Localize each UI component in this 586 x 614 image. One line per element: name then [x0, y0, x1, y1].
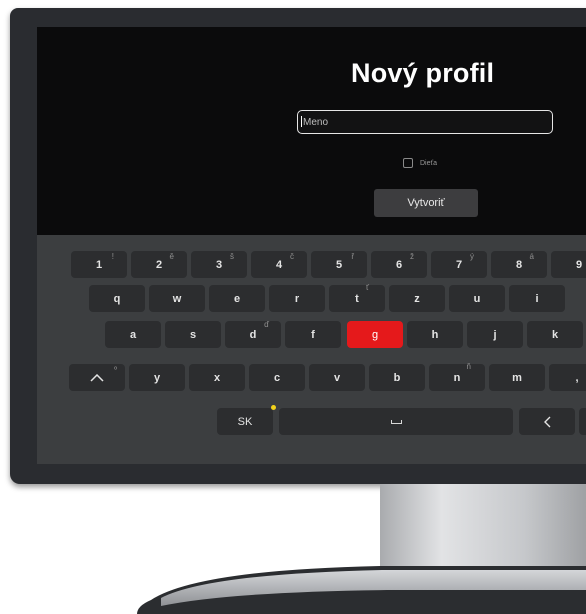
key-6[interactable]: 6ž [371, 251, 427, 278]
key-label: r [294, 292, 300, 305]
key-alt-label: ! [111, 252, 114, 261]
create-profile-button[interactable]: Vytvoriť [374, 189, 478, 217]
key-alt-label: š [230, 252, 234, 261]
key-s[interactable]: s [165, 321, 221, 348]
key-label: q [113, 292, 121, 305]
key-label: k [551, 328, 559, 341]
profile-name-input[interactable]: Meno [297, 110, 553, 134]
key-label: 8 [515, 258, 523, 271]
key-y[interactable]: y [129, 364, 185, 391]
key-alt-label: ě [169, 252, 174, 261]
key-1[interactable]: 1! [71, 251, 127, 278]
key-3[interactable]: 3š [191, 251, 247, 278]
key-f[interactable]: f [285, 321, 341, 348]
key-u[interactable]: u [449, 285, 505, 312]
key-alt-label: ď [264, 320, 269, 329]
key-h[interactable]: h [407, 321, 463, 348]
key-label: v [333, 371, 341, 384]
key-label: 5 [335, 258, 343, 271]
tv-screen: Nový profil Meno Dieťa Vytvoriť 1! 2ě 3š… [37, 27, 586, 464]
key-v[interactable]: v [309, 364, 365, 391]
key-label: 4 [275, 258, 283, 271]
key-label: x [213, 371, 221, 384]
key-2[interactable]: 2ě [131, 251, 187, 278]
key-alt-label: á [529, 252, 534, 261]
key-a[interactable]: a [105, 321, 161, 348]
key-8[interactable]: 8á [491, 251, 547, 278]
key-w[interactable]: w [149, 285, 205, 312]
key-shift[interactable]: º [69, 364, 125, 391]
key-label: g [371, 328, 379, 341]
key-label: u [473, 292, 481, 305]
key-4[interactable]: 4č [251, 251, 307, 278]
key-label: z [414, 292, 420, 305]
key-label: 6 [395, 258, 403, 271]
key-label: h [431, 328, 439, 341]
child-checkbox-label: Dieťa [420, 159, 438, 167]
on-screen-keyboard: 1! 2ě 3š 4č 5ř 6ž 7ý 8á 9 q w e r tť z u… [37, 235, 586, 464]
key-alt-label: ň [466, 362, 471, 371]
key-5[interactable]: 5ř [311, 251, 367, 278]
key-label: , [575, 371, 579, 384]
key-label: n [453, 371, 461, 384]
key-alt-label: ž [410, 252, 414, 261]
key-j[interactable]: j [467, 321, 523, 348]
key-label: c [273, 371, 281, 384]
backspace-icon [544, 416, 551, 427]
key-x[interactable]: x [189, 364, 245, 391]
key-b[interactable]: b [369, 364, 425, 391]
key-alt-label: ť [366, 283, 369, 292]
key-label: m [512, 371, 522, 384]
key-k[interactable]: k [527, 321, 583, 348]
key-n[interactable]: nň [429, 362, 485, 391]
key-label: y [153, 371, 161, 384]
key-label: a [129, 328, 137, 341]
key-language[interactable]: SK [217, 405, 276, 435]
key-comma[interactable]: , [549, 364, 586, 391]
key-q[interactable]: q [89, 285, 145, 312]
key-label: w [172, 292, 182, 305]
key-label: 7 [455, 258, 463, 271]
profile-name-placeholder: Meno [303, 117, 329, 128]
key-label: e [233, 292, 241, 305]
key-label: 3 [215, 258, 223, 271]
monitor-stand-base [137, 566, 586, 614]
language-indicator-icon [271, 405, 276, 410]
key-alt-label: ý [470, 252, 474, 261]
space-icon [390, 419, 402, 424]
key-z[interactable]: z [389, 285, 445, 312]
key-label: 1 [95, 258, 103, 271]
child-profile-option[interactable]: Dieťa [403, 157, 437, 169]
key-label: 9 [575, 258, 583, 271]
shift-icon [90, 373, 104, 382]
key-alt-label: ř [351, 252, 354, 261]
page-title: Nový profil [351, 58, 495, 88]
key-9[interactable]: 9 [551, 251, 586, 278]
key-backspace[interactable] [519, 408, 575, 435]
key-label: SK [237, 415, 253, 428]
key-d[interactable]: dď [225, 320, 281, 348]
key-label: i [535, 292, 539, 305]
key-extra[interactable] [579, 408, 586, 435]
key-label: s [189, 328, 197, 341]
key-label: f [311, 328, 315, 341]
child-checkbox[interactable] [403, 158, 413, 168]
key-alt-label: º [114, 365, 117, 374]
key-e[interactable]: e [209, 285, 265, 312]
key-label: t [355, 292, 359, 305]
key-space[interactable] [279, 408, 513, 435]
key-r[interactable]: r [269, 285, 325, 312]
key-label: d [249, 328, 257, 341]
key-c[interactable]: c [249, 364, 305, 391]
key-alt-label: č [290, 252, 294, 261]
key-label: b [393, 371, 401, 384]
key-label: j [493, 328, 497, 341]
key-7[interactable]: 7ý [431, 251, 487, 278]
key-m[interactable]: m [489, 364, 545, 391]
key-g-focused[interactable]: g [347, 321, 403, 348]
key-t[interactable]: tť [329, 283, 385, 312]
key-label: 2 [155, 258, 163, 271]
text-caret [301, 116, 302, 127]
key-i[interactable]: i [509, 285, 565, 312]
